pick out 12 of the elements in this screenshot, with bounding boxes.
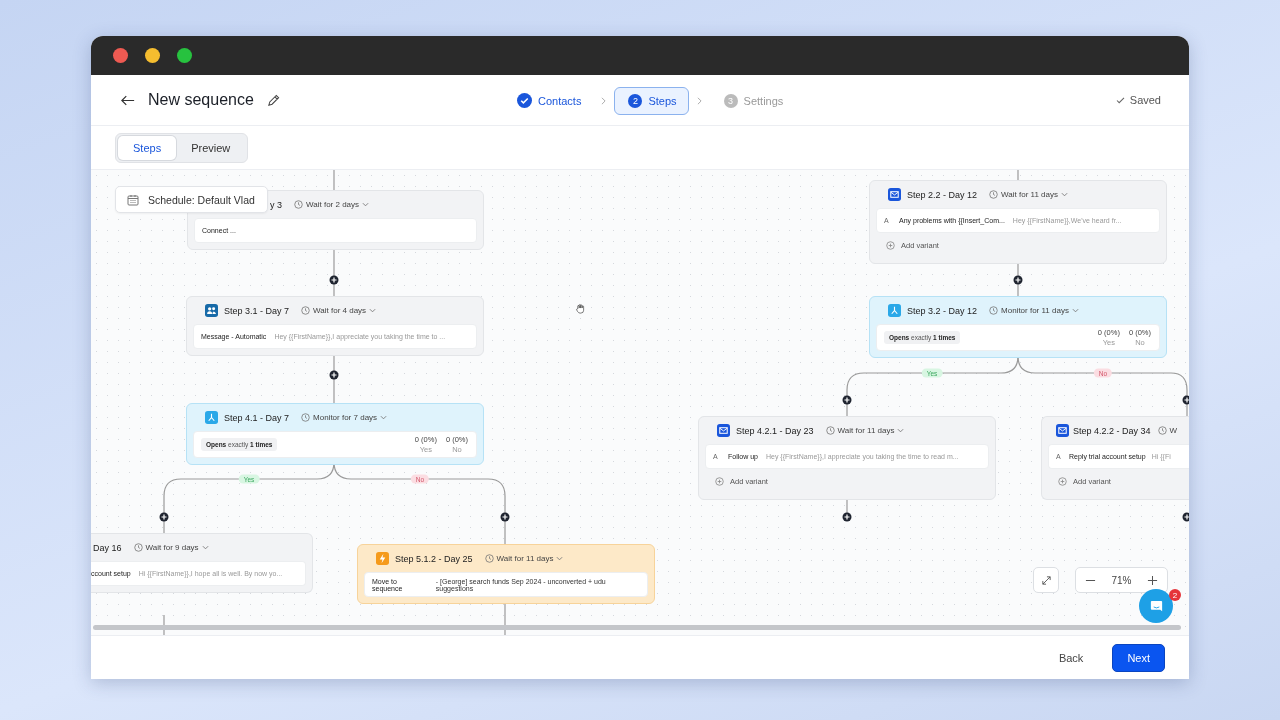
step-title: Step 4.2.2 - Day 34	[1073, 425, 1151, 436]
step-title: Step 3.2 - Day 12	[907, 305, 978, 316]
zoom-level: 71%	[1111, 574, 1132, 586]
step-title: y 3	[270, 199, 282, 210]
step-title: Step 3.1 - Day 7	[224, 305, 290, 316]
step-title: Step 4.2.1 - Day 23	[736, 425, 814, 436]
sequence-title: New sequence	[148, 91, 254, 109]
step-title: Step 4.1 - Day 7	[224, 412, 290, 423]
step-title: Step 5.1.2 - Day 25	[395, 553, 473, 564]
saved-status: Saved	[1115, 94, 1161, 106]
step-title: Day 16	[93, 542, 122, 553]
step-title: Step 2.2 - Day 12	[907, 189, 978, 200]
